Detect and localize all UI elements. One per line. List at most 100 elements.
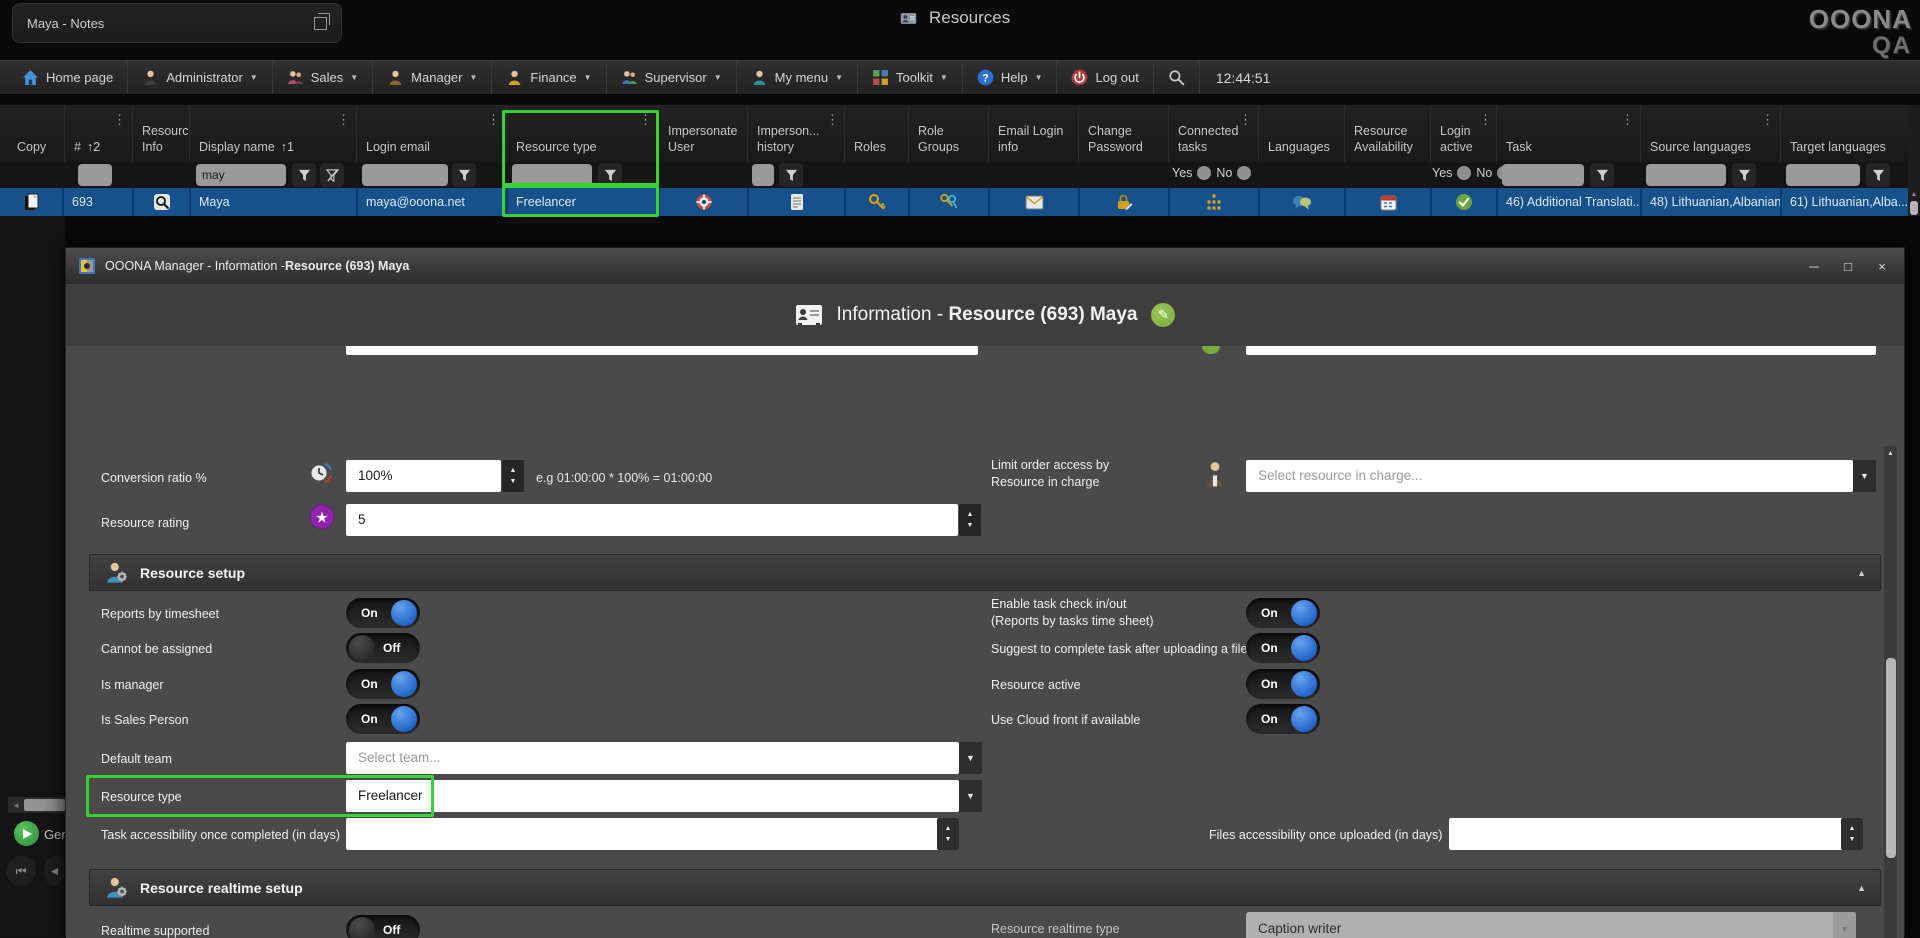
column-menu-icon[interactable]: ⋮ xyxy=(113,112,126,129)
menu-administrator[interactable]: Administrator▼ xyxy=(128,61,273,94)
task-checkinout-toggle[interactable]: On xyxy=(1246,598,1320,628)
resource-setup-section-header[interactable]: Resource setup ▲ xyxy=(89,554,1881,591)
filter-target-languages-input[interactable] xyxy=(1786,164,1860,186)
col-login-active[interactable]: Login active ⋮ xyxy=(1430,105,1494,162)
dialog-scrollbar[interactable]: ▲ ▼ xyxy=(1884,446,1897,938)
play-icon[interactable] xyxy=(14,821,39,846)
col-login-email[interactable]: Login email ⋮ xyxy=(356,105,504,162)
column-menu-icon[interactable]: ⋮ xyxy=(337,112,350,129)
column-menu-icon[interactable]: ⋮ xyxy=(639,112,652,129)
radio-no[interactable] xyxy=(1237,166,1251,180)
menu-search[interactable] xyxy=(1154,61,1200,94)
filter-apply-icon[interactable] xyxy=(292,163,316,187)
filter-apply-icon[interactable] xyxy=(598,163,622,187)
collapse-icon[interactable]: ▲ xyxy=(1857,883,1866,893)
filter-task-input[interactable] xyxy=(1502,164,1584,186)
filter-impersonation-history-input[interactable] xyxy=(752,164,774,186)
reports-by-timesheet-toggle[interactable]: On xyxy=(346,598,420,628)
default-team-select[interactable]: Select team... xyxy=(346,742,959,774)
edit-badge-icon[interactable]: ✎ xyxy=(1151,303,1175,327)
horizontal-scrollbar[interactable]: ◄ xyxy=(8,797,65,813)
column-menu-icon[interactable]: ⋮ xyxy=(1479,112,1492,129)
col-resource-info[interactable]: Resourc Info xyxy=(132,105,187,162)
col-number[interactable]: # ↑2 ⋮ xyxy=(64,105,130,162)
impersonation-history-icon[interactable] xyxy=(747,188,844,216)
collapse-icon[interactable]: ▲ xyxy=(1857,568,1866,578)
resource-type-select[interactable]: Freelancer xyxy=(346,780,959,812)
login-active-icon[interactable] xyxy=(1430,188,1496,216)
col-source-languages[interactable]: Source languages ⋮ xyxy=(1640,105,1778,162)
column-menu-icon[interactable]: ⋮ xyxy=(1761,112,1774,129)
table-row[interactable]: 693 Maya maya@ooona.net Freelancer 46) A… xyxy=(0,188,1908,216)
menu-supervisor[interactable]: Supervisor▼ xyxy=(607,61,737,94)
task-accessibility-stepper[interactable]: ▲▼ xyxy=(937,818,959,850)
scrollbar-thumb[interactable] xyxy=(1910,201,1918,215)
col-change-password[interactable]: Change Password xyxy=(1078,105,1166,162)
column-menu-icon[interactable]: ⋮ xyxy=(487,112,500,129)
menu-finance[interactable]: Finance▼ xyxy=(492,61,606,94)
radio-yes[interactable] xyxy=(1457,166,1471,180)
resource-rating-input[interactable]: 5 xyxy=(346,504,958,536)
filter-apply-icon[interactable] xyxy=(452,163,476,187)
connected-tasks-icon[interactable] xyxy=(1168,188,1258,216)
filter-clear-icon[interactable] xyxy=(320,163,344,187)
close-icon[interactable]: × xyxy=(1872,259,1892,274)
pager-prev-button[interactable]: ◄ xyxy=(44,856,65,886)
col-resource-type[interactable]: Resource type ⋮ xyxy=(506,105,656,162)
conversion-ratio-input[interactable]: 100% xyxy=(346,460,501,492)
task-accessibility-input[interactable] xyxy=(346,818,959,850)
resource-rating-stepper[interactable]: ▲▼ xyxy=(959,504,981,536)
scrollbar-thumb[interactable] xyxy=(24,799,65,811)
change-password-icon[interactable] xyxy=(1078,188,1168,216)
resource-active-toggle[interactable]: On xyxy=(1246,669,1320,699)
resource-realtime-type-select[interactable]: Caption writer xyxy=(1246,912,1856,938)
menu-my-menu[interactable]: My menu▼ xyxy=(737,61,858,94)
impersonate-user-icon[interactable] xyxy=(658,188,747,216)
column-menu-icon[interactable]: ⋮ xyxy=(1621,112,1634,129)
resource-in-charge-select[interactable]: Select resource in charge... xyxy=(1246,460,1853,492)
realtime-setup-section-header[interactable]: Resource realtime setup ▲ xyxy=(89,869,1881,906)
is-manager-toggle[interactable]: On xyxy=(346,669,420,699)
column-menu-icon[interactable]: ⋮ xyxy=(1239,112,1252,129)
menu-sales[interactable]: Sales▼ xyxy=(273,61,373,94)
menu-manager[interactable]: Manager▼ xyxy=(373,61,492,94)
menu-log-out[interactable]: Log out xyxy=(1057,61,1153,94)
window-tab-maya-notes[interactable]: Maya - Notes xyxy=(12,3,342,43)
languages-icon[interactable] xyxy=(1258,188,1344,216)
cloud-front-toggle[interactable]: On xyxy=(1246,704,1320,734)
filter-display-name-input[interactable] xyxy=(196,164,286,186)
menu-help[interactable]: ? Help▼ xyxy=(963,61,1058,94)
col-resource-availability[interactable]: Resource Availability xyxy=(1344,105,1428,162)
menu-home-page[interactable]: Home page xyxy=(8,61,128,94)
roles-icon[interactable] xyxy=(844,188,908,216)
filter-resource-type-input[interactable] xyxy=(512,164,592,186)
cannot-be-assigned-toggle[interactable]: Off xyxy=(346,633,420,663)
col-languages[interactable]: Languages xyxy=(1258,105,1342,162)
minimize-icon[interactable]: ─ xyxy=(1804,259,1824,274)
col-target-languages[interactable]: Target languages xyxy=(1780,105,1905,162)
radio-yes[interactable] xyxy=(1197,166,1211,180)
filter-apply-icon[interactable] xyxy=(1590,163,1614,187)
column-menu-icon[interactable]: ⋮ xyxy=(826,112,839,129)
conversion-ratio-stepper[interactable]: ▲▼ xyxy=(502,460,524,492)
resource-info-icon[interactable] xyxy=(132,188,189,216)
dropdown-arrow-icon[interactable]: ▼ xyxy=(959,780,982,812)
role-groups-icon[interactable] xyxy=(908,188,988,216)
filter-source-languages-input[interactable] xyxy=(1646,164,1726,186)
dialog-titlebar[interactable]: OOONA Manager - Information -Resource (6… xyxy=(66,248,1904,284)
copy-row-icon[interactable] xyxy=(0,188,62,216)
is-sales-person-toggle[interactable]: On xyxy=(346,704,420,734)
pager-first-button[interactable]: ⏮ xyxy=(6,856,36,886)
dropdown-arrow-icon[interactable]: ▼ xyxy=(959,742,982,774)
col-roles[interactable]: Roles xyxy=(844,105,906,162)
realtime-supported-toggle[interactable]: Off xyxy=(346,915,420,938)
filter-apply-icon[interactable] xyxy=(1866,163,1890,187)
col-display-name[interactable]: Display name ↑1 ⋮ xyxy=(189,105,354,162)
col-task[interactable]: Task ⋮ xyxy=(1496,105,1638,162)
col-impersonation-history[interactable]: Imperson... history ⋮ xyxy=(747,105,842,162)
col-impersonate-user[interactable]: Impersonate User xyxy=(658,105,745,162)
col-role-groups[interactable]: Role Groups xyxy=(908,105,986,162)
col-copy[interactable]: Copy xyxy=(8,105,62,162)
resource-availability-icon[interactable] xyxy=(1344,188,1430,216)
scroll-up-icon[interactable]: ▲ xyxy=(1908,188,1920,200)
